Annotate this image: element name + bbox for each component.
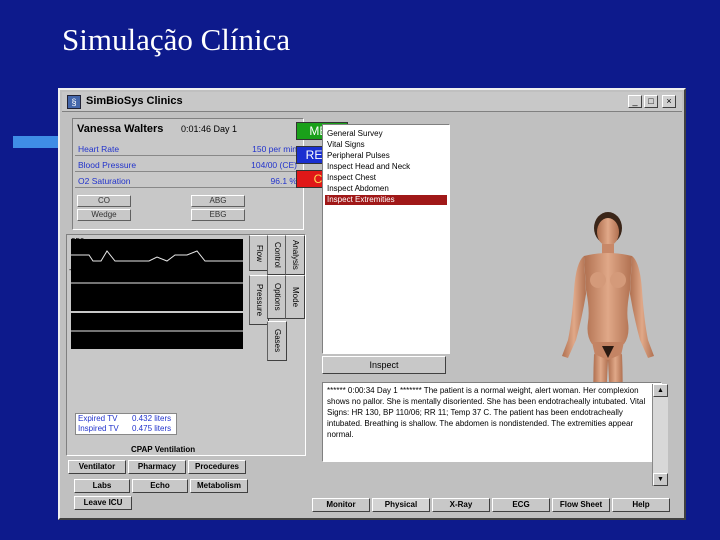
tab-ecg[interactable]: ECG xyxy=(492,498,550,512)
tab-analysis[interactable]: Analysis xyxy=(285,235,305,275)
inspired-tv-row: Inspired TV 0.475 liters xyxy=(76,424,176,434)
list-item[interactable]: Peripheral Pulses xyxy=(325,151,447,161)
ebg-button[interactable]: EBG xyxy=(191,209,245,221)
scroll-down-arrow[interactable]: ▼ xyxy=(653,473,668,486)
close-button[interactable]: × xyxy=(662,95,676,108)
tab-echo[interactable]: Echo xyxy=(132,479,188,493)
tab-options[interactable]: Options xyxy=(267,275,287,319)
tab-ventilator[interactable]: Ventilator xyxy=(68,460,126,474)
vital-value: 96.1 % xyxy=(270,176,297,186)
notes-scrollbar[interactable]: ▲ ▼ xyxy=(652,384,668,486)
list-item-selected[interactable]: Inspect Extremities xyxy=(325,195,447,205)
maximize-button[interactable]: □ xyxy=(644,95,658,108)
exam-list: General Survey Vital Signs Peripheral Pu… xyxy=(322,124,450,354)
sim-clock: 0:01:46 Day 1 xyxy=(181,124,238,134)
vital-label: Blood Pressure xyxy=(78,160,137,170)
tab-metabolism[interactable]: Metabolism xyxy=(190,479,248,493)
tab-xray[interactable]: X-Ray xyxy=(432,498,490,512)
patient-name: Vanessa Walters xyxy=(77,123,164,135)
list-item[interactable]: Inspect Abdomen xyxy=(325,184,447,194)
expired-tv-row: Expired TV 0.432 liters xyxy=(76,414,176,424)
tick-label: -250 xyxy=(69,265,86,274)
tick-label: -50 xyxy=(73,303,85,312)
tab-flow-sheet[interactable]: Flow Sheet xyxy=(552,498,610,512)
tick-label: 50 xyxy=(75,275,84,284)
tab-mode[interactable]: Mode xyxy=(285,275,305,319)
ventilator-panel: 250 -250 50 -50 Flow Control Analysis Pr… xyxy=(66,234,306,456)
vital-label: O2 Saturation xyxy=(78,176,131,186)
patient-panel: Vanessa Walters 0:01:46 Day 1 Heart Rate… xyxy=(72,118,304,230)
tab-pressure[interactable]: Pressure xyxy=(249,275,269,325)
pressure-waveform xyxy=(71,330,243,332)
scroll-up-arrow[interactable]: ▲ xyxy=(653,384,668,397)
list-item[interactable]: General Survey xyxy=(325,129,447,139)
tab-pharmacy[interactable]: Pharmacy xyxy=(128,460,186,474)
vital-row-o2-saturation[interactable]: O2 Saturation 96.1 % xyxy=(75,175,303,188)
vital-row-heart-rate[interactable]: Heart Rate 150 per min xyxy=(75,143,303,156)
vital-label: Heart Rate xyxy=(78,144,120,154)
co-button[interactable]: CO xyxy=(77,195,131,207)
wedge-button[interactable]: Wedge xyxy=(77,209,131,221)
tab-flow[interactable]: Flow xyxy=(249,235,269,271)
tab-help[interactable]: Help xyxy=(612,498,670,512)
tab-control[interactable]: Control xyxy=(267,235,287,275)
tick-label: 250 xyxy=(71,237,85,246)
tab-gases[interactable]: Gases xyxy=(267,321,287,361)
tab-procedures[interactable]: Procedures xyxy=(188,460,246,474)
flow-graph xyxy=(71,239,243,311)
list-item[interactable]: Inspect Chest xyxy=(325,173,447,183)
list-item[interactable]: Vital Signs xyxy=(325,140,447,150)
inspect-button[interactable]: Inspect xyxy=(322,356,446,374)
list-item[interactable]: Inspect Head and Neck xyxy=(325,162,447,172)
title-bar: § SimBioSys Clinics _ □ × xyxy=(62,92,682,112)
vital-value: 150 per min xyxy=(252,144,297,154)
notes-text-panel[interactable]: ****** 0:00:34 Day 1 ******* The patient… xyxy=(322,382,662,462)
vital-row-blood-pressure[interactable]: Blood Pressure 104/00 (CE) xyxy=(75,159,303,172)
tab-labs[interactable]: Labs xyxy=(74,479,130,493)
abg-button[interactable]: ABG xyxy=(191,195,245,207)
slide-title: Simulação Clínica xyxy=(62,22,291,57)
flow-waveform xyxy=(71,250,243,284)
tab-monitor[interactable]: Monitor xyxy=(312,498,370,512)
window-title: SimBioSys Clinics xyxy=(86,95,183,107)
tidal-label: Inspired TV xyxy=(78,424,119,433)
app-icon: § xyxy=(67,95,81,109)
pressure-graph xyxy=(71,313,243,349)
tidal-value: 0.432 liters xyxy=(132,414,172,423)
tidal-volume-box: Expired TV 0.432 liters Inspired TV 0.47… xyxy=(75,413,177,435)
vital-value: 104/00 (CE) xyxy=(251,160,297,170)
cpap-label: CPAP Ventilation xyxy=(131,445,196,454)
minimize-button[interactable]: _ xyxy=(628,95,642,108)
leave-icu-button[interactable]: Leave ICU xyxy=(74,496,132,510)
app-window: § SimBioSys Clinics _ □ × Vanessa Walter… xyxy=(58,88,686,520)
notes-text: ****** 0:00:34 Day 1 ******* The patient… xyxy=(327,386,646,439)
tidal-value: 0.475 liters xyxy=(132,424,172,433)
tidal-label: Expired TV xyxy=(78,414,118,423)
tab-physical[interactable]: Physical xyxy=(372,498,430,512)
